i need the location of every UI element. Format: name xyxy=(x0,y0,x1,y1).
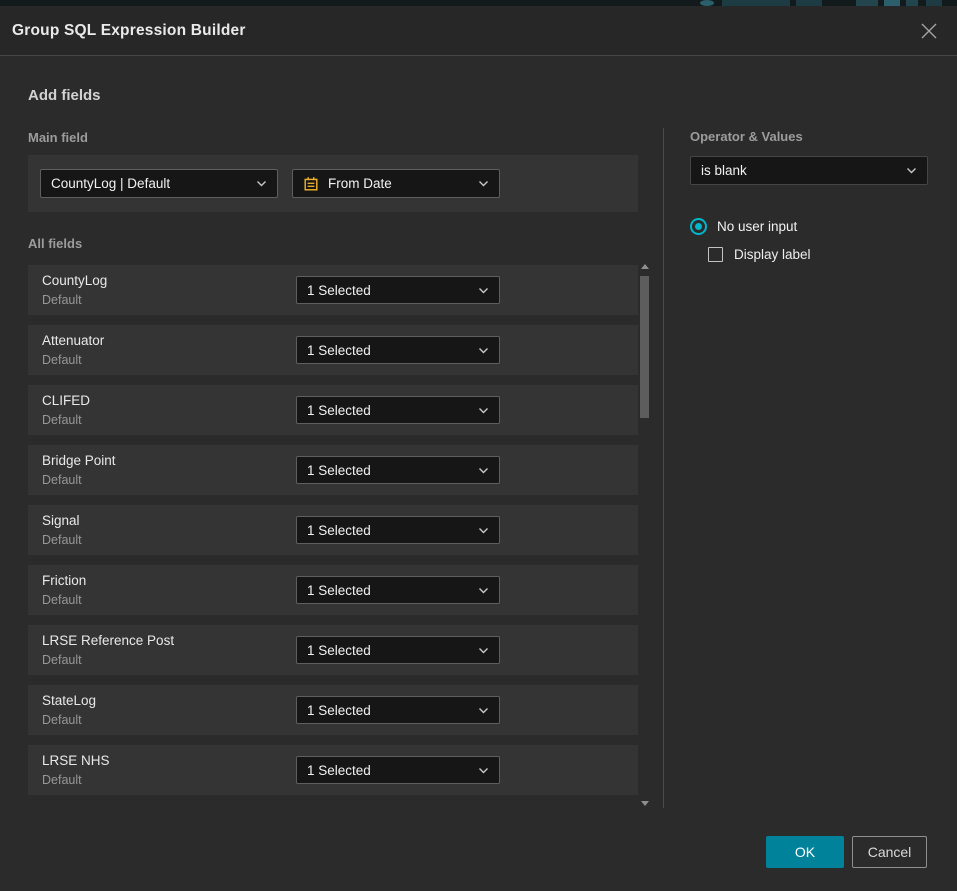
field-subtitle: Default xyxy=(42,293,82,307)
field-row: Attenuator Default 1 Selected xyxy=(28,325,638,375)
field-subtitle: Default xyxy=(42,713,82,727)
display-label-option[interactable]: Display label xyxy=(708,247,811,262)
field-value-select[interactable]: 1 Selected xyxy=(296,456,500,484)
field-subtitle: Default xyxy=(42,773,82,787)
checkbox-unchecked-icon xyxy=(708,247,723,262)
no-user-input-label: No user input xyxy=(717,219,797,234)
main-field-container: CountyLog | Default From Date xyxy=(28,155,638,212)
field-subtitle: Default xyxy=(42,653,82,667)
chevron-down-icon xyxy=(478,527,489,534)
no-user-input-option[interactable]: No user input xyxy=(690,218,797,235)
field-row: LRSE NHS Default 1 Selected xyxy=(28,745,638,795)
field-value-select-value: 1 Selected xyxy=(307,463,371,478)
scrollbar-thumb[interactable] xyxy=(640,276,649,418)
field-name: Bridge Point xyxy=(42,453,116,468)
chevron-down-icon xyxy=(478,767,489,774)
field-value-select-value: 1 Selected xyxy=(307,583,371,598)
chevron-down-icon xyxy=(478,587,489,594)
operator-values-heading: Operator & Values xyxy=(690,129,803,144)
field-value-select[interactable]: 1 Selected xyxy=(296,756,500,784)
operator-select-value: is blank xyxy=(701,163,747,178)
field-name: CountyLog xyxy=(42,273,107,288)
chevron-down-icon xyxy=(478,180,489,187)
field-row: CLIFED Default 1 Selected xyxy=(28,385,638,435)
scroll-down-arrow-icon[interactable] xyxy=(641,801,649,806)
field-row: CountyLog Default 1 Selected xyxy=(28,265,638,315)
chevron-down-icon xyxy=(478,467,489,474)
field-value-select-value: 1 Selected xyxy=(307,403,371,418)
scroll-up-arrow-icon[interactable] xyxy=(641,264,649,269)
field-name: Friction xyxy=(42,573,86,588)
operator-select[interactable]: is blank xyxy=(690,156,928,185)
main-field-label: Main field xyxy=(28,130,88,145)
close-button[interactable] xyxy=(913,15,945,47)
field-row: Bridge Point Default 1 Selected xyxy=(28,445,638,495)
panel-divider xyxy=(663,128,664,808)
field-value-select[interactable]: 1 Selected xyxy=(296,276,500,304)
field-value-select[interactable]: 1 Selected xyxy=(296,396,500,424)
field-subtitle: Default xyxy=(42,593,82,607)
display-label-text: Display label xyxy=(734,247,811,262)
calendar-icon xyxy=(303,176,319,192)
field-subtitle: Default xyxy=(42,413,82,427)
date-field-select-value: From Date xyxy=(328,176,392,191)
cancel-button[interactable]: Cancel xyxy=(852,836,927,868)
field-name: StateLog xyxy=(42,693,96,708)
dialog-titlebar: Group SQL Expression Builder xyxy=(0,6,957,56)
field-value-select[interactable]: 1 Selected xyxy=(296,576,500,604)
field-value-select-value: 1 Selected xyxy=(307,703,371,718)
field-subtitle: Default xyxy=(42,533,82,547)
all-fields-list: CountyLog Default 1 Selected Attenuator … xyxy=(28,265,638,805)
field-name: CLIFED xyxy=(42,393,90,408)
field-name: LRSE Reference Post xyxy=(42,633,174,648)
field-value-select-value: 1 Selected xyxy=(307,643,371,658)
chevron-down-icon xyxy=(478,347,489,354)
field-value-select[interactable]: 1 Selected xyxy=(296,696,500,724)
field-row: Signal Default 1 Selected xyxy=(28,505,638,555)
field-row: Friction Default 1 Selected xyxy=(28,565,638,615)
field-name: Attenuator xyxy=(42,333,104,348)
field-row: LRSE Reference Post Default 1 Selected xyxy=(28,625,638,675)
layer-select-value: CountyLog | Default xyxy=(51,176,170,191)
group-sql-expression-builder-dialog: Group SQL Expression Builder Add fields … xyxy=(0,6,957,891)
field-name: Signal xyxy=(42,513,80,528)
all-fields-label: All fields xyxy=(28,236,82,251)
field-row: StateLog Default 1 Selected xyxy=(28,685,638,735)
chevron-down-icon xyxy=(478,407,489,414)
close-icon xyxy=(920,22,938,40)
radio-selected-icon xyxy=(690,218,707,235)
field-subtitle: Default xyxy=(42,353,82,367)
field-value-select-value: 1 Selected xyxy=(307,283,371,298)
chevron-down-icon xyxy=(256,180,267,187)
field-value-select-value: 1 Selected xyxy=(307,763,371,778)
field-value-select[interactable]: 1 Selected xyxy=(296,336,500,364)
chevron-down-icon xyxy=(906,167,917,174)
layer-select[interactable]: CountyLog | Default xyxy=(40,169,278,198)
field-value-select[interactable]: 1 Selected xyxy=(296,516,500,544)
field-value-select-value: 1 Selected xyxy=(307,343,371,358)
fields-scrollbar[interactable] xyxy=(638,256,652,808)
field-value-select-value: 1 Selected xyxy=(307,523,371,538)
chevron-down-icon xyxy=(478,647,489,654)
ok-button[interactable]: OK xyxy=(766,836,844,868)
date-field-select[interactable]: From Date xyxy=(292,169,500,198)
field-value-select[interactable]: 1 Selected xyxy=(296,636,500,664)
chevron-down-icon xyxy=(478,287,489,294)
chevron-down-icon xyxy=(478,707,489,714)
field-subtitle: Default xyxy=(42,473,82,487)
field-name: LRSE NHS xyxy=(42,753,110,768)
dialog-title: Group SQL Expression Builder xyxy=(12,22,246,40)
add-fields-heading: Add fields xyxy=(28,87,101,104)
